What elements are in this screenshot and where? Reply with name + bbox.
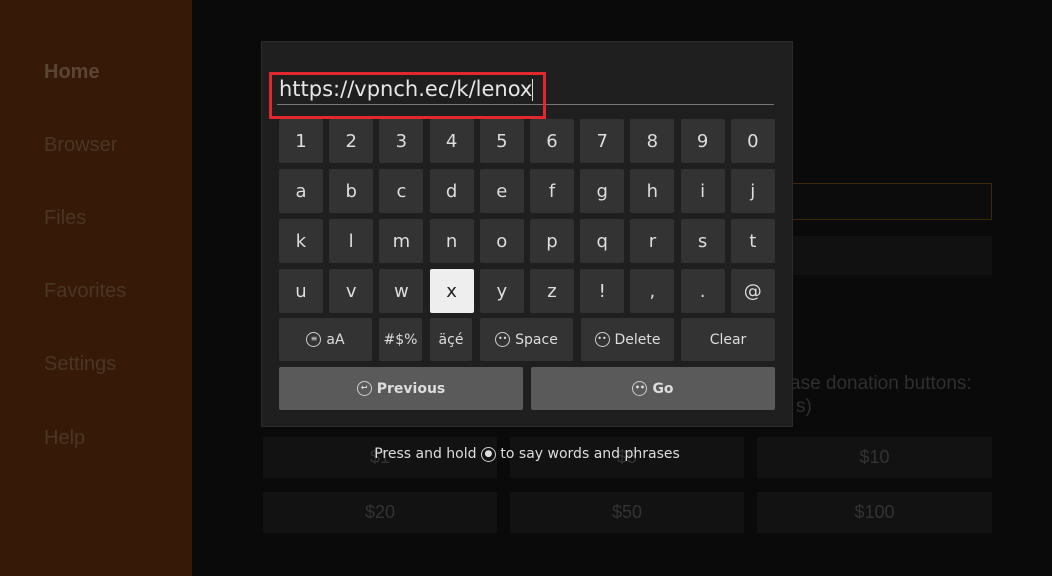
- space-label: Space: [515, 331, 558, 348]
- previous-label: Previous: [376, 380, 446, 397]
- donate-50-button[interactable]: $50: [510, 492, 744, 533]
- previous-button[interactable]: ↩ Previous: [279, 367, 523, 410]
- key-z[interactable]: z: [530, 269, 574, 313]
- key-r[interactable]: r: [630, 219, 675, 263]
- rewind-button-icon: ••: [594, 332, 610, 347]
- sidebar-item-home[interactable]: Home: [44, 61, 100, 84]
- donation-label-cont: s): [796, 396, 812, 417]
- key-l[interactable]: l: [329, 219, 374, 263]
- key-y[interactable]: y: [479, 269, 524, 313]
- sidebar-item-settings[interactable]: Settings: [44, 353, 116, 376]
- donation-label: ase donation buttons:: [790, 373, 972, 394]
- delete-label: Delete: [614, 331, 661, 348]
- delete-key[interactable]: •• Delete: [581, 318, 674, 361]
- key-u[interactable]: u: [279, 269, 323, 313]
- accents-key[interactable]: äçé: [430, 318, 472, 361]
- key-6[interactable]: 6: [530, 119, 574, 163]
- menu-button-icon: ≡: [306, 332, 322, 347]
- key-0[interactable]: 0: [730, 119, 775, 163]
- key-p[interactable]: p: [530, 219, 574, 263]
- sidebar-item-files[interactable]: Files: [44, 207, 86, 230]
- key-g[interactable]: g: [580, 169, 625, 213]
- key-@[interactable]: @: [730, 269, 775, 313]
- key-h[interactable]: h: [630, 169, 675, 213]
- case-label: aA: [326, 331, 345, 348]
- key-9[interactable]: 9: [680, 119, 725, 163]
- key-q[interactable]: q: [580, 219, 625, 263]
- key-1[interactable]: 1: [279, 119, 323, 163]
- key-3[interactable]: 3: [379, 119, 424, 163]
- sidebar: Home Browser Files Favorites Settings He…: [0, 0, 192, 576]
- play-pause-button-icon: ••: [495, 332, 511, 347]
- symbols-key[interactable]: #$%: [379, 318, 422, 361]
- key-4[interactable]: 4: [429, 119, 474, 163]
- voice-hint: Press and hold ● to say words and phrase…: [0, 446, 1052, 462]
- key-f[interactable]: f: [530, 169, 574, 213]
- fast-forward-icon: ••: [632, 381, 648, 396]
- key-k[interactable]: k: [279, 219, 323, 263]
- key-m[interactable]: m: [379, 219, 424, 263]
- microphone-icon: ●: [480, 446, 496, 462]
- key-n[interactable]: n: [429, 219, 474, 263]
- key-i[interactable]: i: [680, 169, 725, 213]
- sidebar-item-favorites[interactable]: Favorites: [44, 280, 126, 303]
- key-![interactable]: !: [580, 269, 625, 313]
- space-key[interactable]: •• Space: [480, 318, 573, 361]
- highlight-box: [269, 72, 546, 119]
- case-toggle-key[interactable]: ≡ aA: [279, 318, 372, 361]
- donate-20-button[interactable]: $20: [263, 492, 497, 533]
- key-j[interactable]: j: [730, 169, 775, 213]
- key-w[interactable]: w: [379, 269, 424, 313]
- key-v[interactable]: v: [329, 269, 374, 313]
- key-b[interactable]: b: [329, 169, 374, 213]
- key-,[interactable]: ,: [630, 269, 675, 313]
- hint-after: to say words and phrases: [500, 446, 680, 462]
- key-c[interactable]: c: [379, 169, 424, 213]
- sidebar-item-browser[interactable]: Browser: [44, 134, 117, 157]
- key-8[interactable]: 8: [630, 119, 675, 163]
- key-5[interactable]: 5: [479, 119, 524, 163]
- key-.[interactable]: .: [680, 269, 725, 313]
- key-d[interactable]: d: [429, 169, 474, 213]
- key-e[interactable]: e: [479, 169, 524, 213]
- key-2[interactable]: 2: [329, 119, 374, 163]
- go-button[interactable]: •• Go: [531, 367, 775, 410]
- key-x[interactable]: x: [429, 269, 474, 313]
- key-o[interactable]: o: [479, 219, 524, 263]
- donate-100-button[interactable]: $100: [757, 492, 992, 533]
- clear-key[interactable]: Clear: [681, 318, 775, 361]
- key-s[interactable]: s: [680, 219, 725, 263]
- back-icon: ↩: [356, 381, 372, 396]
- key-7[interactable]: 7: [580, 119, 625, 163]
- hint-before: Press and hold: [374, 446, 477, 462]
- go-label: Go: [652, 380, 674, 397]
- key-t[interactable]: t: [730, 219, 775, 263]
- key-a[interactable]: a: [279, 169, 323, 213]
